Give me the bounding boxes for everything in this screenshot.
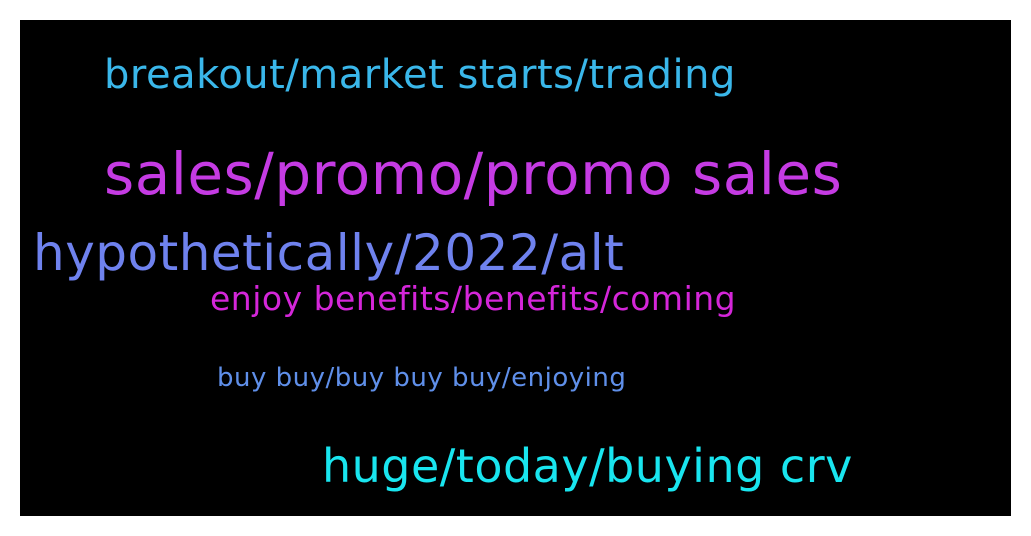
phrase-breakout-market: breakout/market starts/trading	[104, 52, 736, 98]
word-cloud-canvas: breakout/market starts/trading sales/pro…	[20, 20, 1011, 516]
phrase-huge-today: huge/today/buying crv	[322, 439, 853, 493]
phrase-sales-promo: sales/promo/promo sales	[104, 140, 843, 208]
phrase-enjoy-benefits: enjoy benefits/benefits/coming	[210, 279, 737, 318]
phrase-hypothetically: hypothetically/2022/alt	[33, 224, 625, 282]
phrase-buy-buy: buy buy/buy buy buy/enjoying	[217, 363, 627, 393]
